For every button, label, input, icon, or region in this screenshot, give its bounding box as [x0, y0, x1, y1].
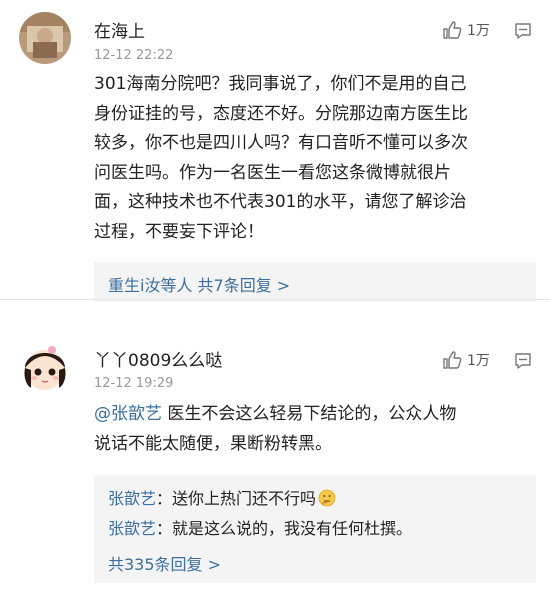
- thumbs-up-icon: [443, 351, 462, 369]
- reply-author[interactable]: 张歆艺: [108, 489, 156, 508]
- comment-item: 丫丫0809么么哒 12-12 19:29 1万 @张歆艺 医生不会这么轻易下结…: [0, 300, 550, 596]
- reply-text: ：送你上热门还不行吗: [156, 489, 317, 508]
- avatar[interactable]: [19, 12, 71, 64]
- text-line: 身份证挂的号，态度还不好。分院那边南方医生比: [94, 103, 468, 124]
- reply-button[interactable]: [514, 352, 532, 370]
- username[interactable]: 丫丫0809么么哒: [94, 346, 222, 371]
- text-line: 过程，不要妄下评论！: [94, 221, 264, 242]
- text-line: @张歆艺 医生不会这么轻易下结论的，公众人物: [94, 400, 534, 430]
- mention-link[interactable]: @张歆艺: [94, 404, 162, 424]
- comment-text: 301海南分院吧？我同事说了，你们不是用的自己 身份证挂的号，态度还不好。分院那…: [94, 70, 534, 247]
- like-count: 1万: [467, 23, 490, 39]
- more-replies-link[interactable]: 共335条回复 >: [108, 551, 221, 575]
- like-button[interactable]: 1万: [442, 20, 490, 40]
- comment-text: @张歆艺 医生不会这么轻易下结论的，公众人物 说话不能太随便，果断粉转黑。: [94, 400, 534, 459]
- reply-summary-box: 张歆艺：送你上热门还不行吗 张歆艺：就是这么说的，我没有任何杜撰。 共335条回…: [94, 475, 536, 583]
- text-segment: 医生不会这么轻易下结论的，公众人物: [162, 404, 457, 424]
- timestamp: 12-12 19:29: [94, 376, 174, 391]
- reply-text: ：就是这么说的，我没有任何杜撰。: [156, 519, 413, 538]
- text-line: 301海南分院吧？我同事说了，你们不是用的自己: [94, 74, 467, 94]
- reply-preview[interactable]: 张歆艺：送你上热门还不行吗: [108, 485, 336, 511]
- timestamp: 12-12 22:22: [94, 48, 174, 63]
- text-line: 问医生吗。作为一名医生一看您这条微博就很片: [94, 162, 451, 183]
- reply-summary-box: 重生i汝等人 共7条回复 >: [94, 262, 536, 302]
- reply-button[interactable]: [514, 22, 532, 40]
- more-replies-link[interactable]: 重生i汝等人 共7条回复 >: [108, 272, 290, 296]
- text-line: 面，这种技术也不代表301的水平，请您了解诊治: [94, 192, 467, 212]
- like-button[interactable]: 1万: [442, 350, 490, 370]
- username[interactable]: 在海上: [94, 17, 145, 42]
- comment-icon: [515, 23, 531, 39]
- comment-icon: [515, 353, 531, 369]
- thumbs-up-icon: [443, 21, 462, 39]
- reply-author[interactable]: 张歆艺: [108, 519, 156, 538]
- like-count: 1万: [467, 353, 490, 369]
- text-line: 说话不能太随便，果断粉转黑。: [94, 433, 332, 454]
- comment-item: 在海上 12-12 22:22 1万 301海南分院吧？我同事说了，你们不是用的…: [0, 0, 550, 302]
- avatar[interactable]: [19, 340, 71, 392]
- reply-preview[interactable]: 张歆艺：就是这么说的，我没有任何杜撰。: [108, 515, 412, 539]
- text-line: 较多，你不也是四川人吗？有口音听不懂可以多次: [94, 133, 468, 153]
- thinking-face-icon: [318, 489, 336, 511]
